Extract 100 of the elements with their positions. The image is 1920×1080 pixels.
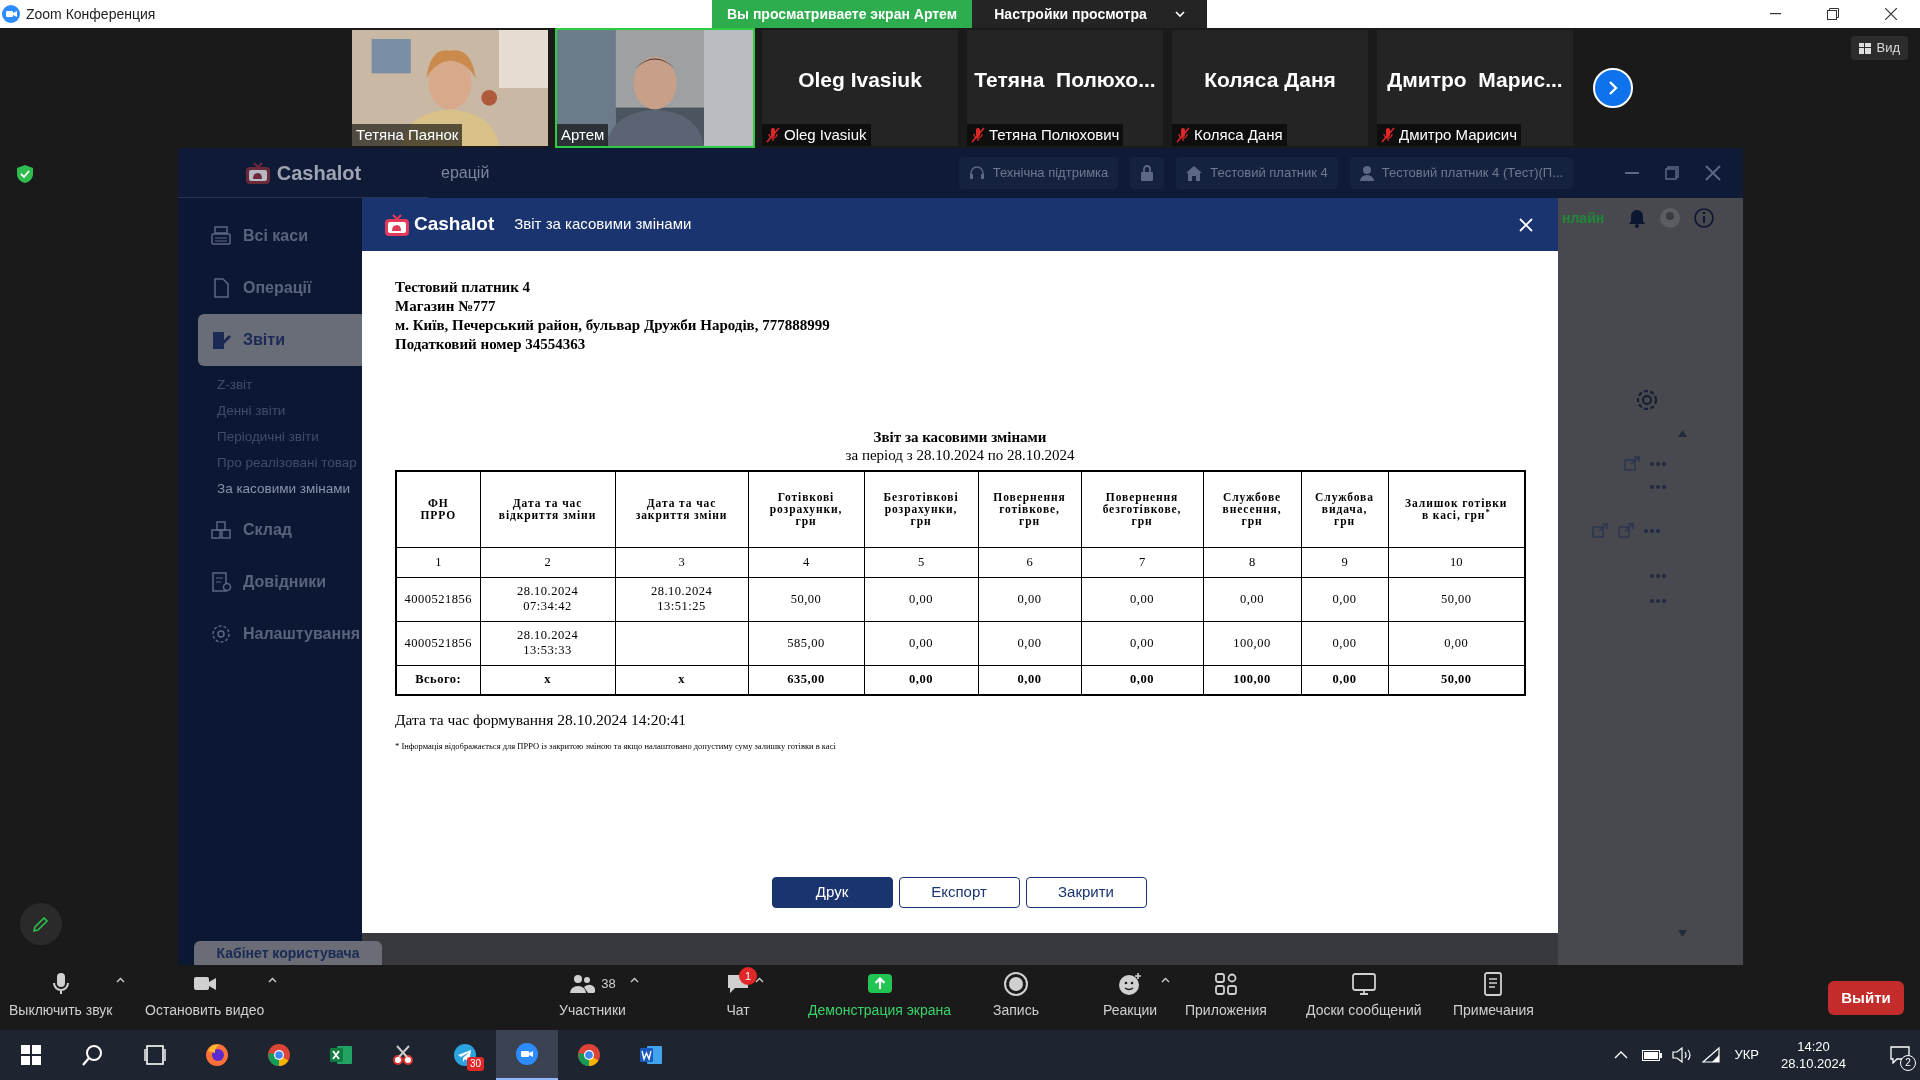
clock-time[interactable]: 14:20: [1797, 1038, 1830, 1055]
task-view-icon: [143, 1043, 167, 1067]
caret-up-icon: [268, 977, 278, 983]
close-icon: [1705, 165, 1721, 181]
report-title: Звіт за касовими змінами: [873, 428, 1047, 446]
lock-button[interactable]: [1130, 157, 1165, 189]
report-edit-icon: [210, 329, 232, 351]
shield-check-icon: [17, 165, 33, 183]
company-info-line: Тестовий платник 4: [395, 278, 532, 297]
cash-register-icon: [210, 225, 232, 247]
participant-label: Тетяна Паянок: [356, 124, 459, 145]
toolbar-button[interactable]: 38 Участники: [556, 971, 642, 1021]
annotate-button[interactable]: [20, 903, 62, 945]
chrome-icon: [577, 1043, 601, 1067]
dialog-title: Звіт за касовими змінами: [514, 214, 692, 235]
window-title: Zoom Конференция: [26, 4, 156, 24]
dialog-logo-text: Cashalot: [414, 212, 495, 237]
muted-mic-icon: [1176, 127, 1190, 143]
table-cell: 4000521856: [396, 577, 480, 621]
more-icon: [1644, 528, 1660, 533]
company-info-line: Магазин №777: [395, 297, 497, 316]
directory-icon: [210, 571, 232, 593]
info-icon: [1694, 208, 1715, 228]
battery-icon: [1642, 1049, 1663, 1061]
leave-button[interactable]: Выйти: [1828, 981, 1904, 1015]
page-title: ерацій: [441, 163, 490, 183]
column-header: Дата та час відкриття зміни: [480, 471, 615, 547]
table-cell: 4000521856: [396, 621, 480, 665]
bell-icon: [1628, 208, 1647, 228]
toolbar-button[interactable]: Доски сообщений: [1303, 971, 1425, 1021]
view-options-menu[interactable]: Настройки просмотра: [972, 0, 1207, 28]
toolbar-button[interactable]: Реакции: [1100, 971, 1174, 1021]
column-header: Службове внесення, грн: [1203, 471, 1301, 547]
column-number: 9: [1301, 547, 1388, 577]
sidebar-subitem[interactable]: За касовими змінами: [217, 478, 362, 500]
print-button[interactable]: Друк: [771, 877, 893, 908]
clock-date[interactable]: 28.10.2024: [1780, 1055, 1846, 1072]
header-button[interactable]: Тестовий платник 4 (Тест)(П...: [1349, 157, 1573, 189]
participant-label: Тетяна Полюхович: [989, 124, 1120, 145]
grid-icon: [1859, 42, 1872, 54]
next-page-button[interactable]: [1593, 68, 1633, 108]
scissors-icon: [391, 1043, 415, 1067]
share-icon: [1592, 523, 1608, 538]
column-number: 4: [748, 547, 864, 577]
cashalot-logo-icon: [244, 160, 271, 185]
table-cell: 28.10.2024 13:53:33: [480, 621, 615, 665]
muted-mic-icon: [766, 127, 780, 143]
header-button[interactable]: Тестовий платник 4: [1176, 157, 1338, 189]
toolbar-button[interactable]: Запись: [990, 971, 1042, 1021]
column-header: Дата та час закриття зміни: [615, 471, 748, 547]
toolbar-button[interactable]: Приложения: [1182, 971, 1270, 1021]
taskbar-app[interactable]: [496, 1030, 558, 1080]
cashalot-logo-icon: [384, 212, 410, 237]
chevron-right-icon: [1608, 80, 1618, 96]
boxes-icon: [210, 519, 232, 541]
screen-share-status: Вы просматриваете экран Артем: [712, 0, 972, 28]
participant-name: Oleg Ivasiuk: [798, 67, 922, 93]
scroll-down-icon: [1678, 930, 1687, 937]
column-header: Повернення готівкове, грн: [978, 471, 1081, 547]
caret-up-icon: [755, 977, 764, 983]
column-number: 5: [864, 547, 978, 577]
apps-icon: [1212, 971, 1239, 997]
participant-label: Дмитро Марисич: [1399, 124, 1517, 145]
participant-name: Тетяна Полюхо...: [974, 67, 1156, 93]
dialog-button[interactable]: Експорт: [898, 877, 1020, 908]
header-button[interactable]: Технічна підтримка: [958, 157, 1119, 189]
notification-badge: 30: [467, 1057, 485, 1071]
toolbar-button[interactable]: Выключить звук: [6, 971, 129, 1021]
participant-name: Коляса Даня: [1204, 67, 1336, 93]
unread-badge: 1: [739, 967, 757, 985]
notifications-button[interactable]: 2: [1880, 1030, 1920, 1080]
whiteboard-icon: [1350, 971, 1377, 997]
table-cell: 0,00: [1301, 577, 1388, 621]
dialog-button[interactable]: Закрити: [1025, 877, 1147, 908]
table-cell: 0,00: [1203, 577, 1301, 621]
document-app-icon: [639, 1043, 663, 1067]
close-icon: [1885, 8, 1897, 20]
column-number: 1: [396, 547, 480, 577]
settings-icon: [210, 623, 232, 645]
more-icon: [1650, 485, 1666, 489]
report-period: за період з 28.10.2024 по 28.10.2024: [845, 446, 1075, 464]
minimize-icon: [1625, 172, 1639, 174]
avatar-icon: [1660, 208, 1681, 228]
toolbar-button[interactable]: Примечания: [1450, 971, 1537, 1021]
input-language[interactable]: УКР: [1734, 1045, 1759, 1065]
table-cell: 0,00: [1301, 621, 1388, 665]
company-info-line: Податковий номер 34554363: [395, 335, 587, 354]
more-icon: [1650, 599, 1666, 603]
search-icon: [81, 1043, 105, 1067]
participant-count: 38: [601, 975, 616, 994]
headset-icon: [968, 165, 985, 181]
column-header: Готівкові розрахунки, грн: [748, 471, 864, 547]
minimize-icon: [1769, 13, 1781, 15]
view-button[interactable]: Вид: [1851, 36, 1908, 60]
restore-icon: [1827, 8, 1839, 20]
taskbar-app[interactable]: 30: [434, 1030, 496, 1080]
toolbar-button[interactable]: Демонстрация экрана: [805, 971, 955, 1021]
column-number: 7: [1081, 547, 1203, 577]
toolbar-button[interactable]: Остановить видео: [142, 971, 281, 1021]
column-number: 3: [615, 547, 748, 577]
